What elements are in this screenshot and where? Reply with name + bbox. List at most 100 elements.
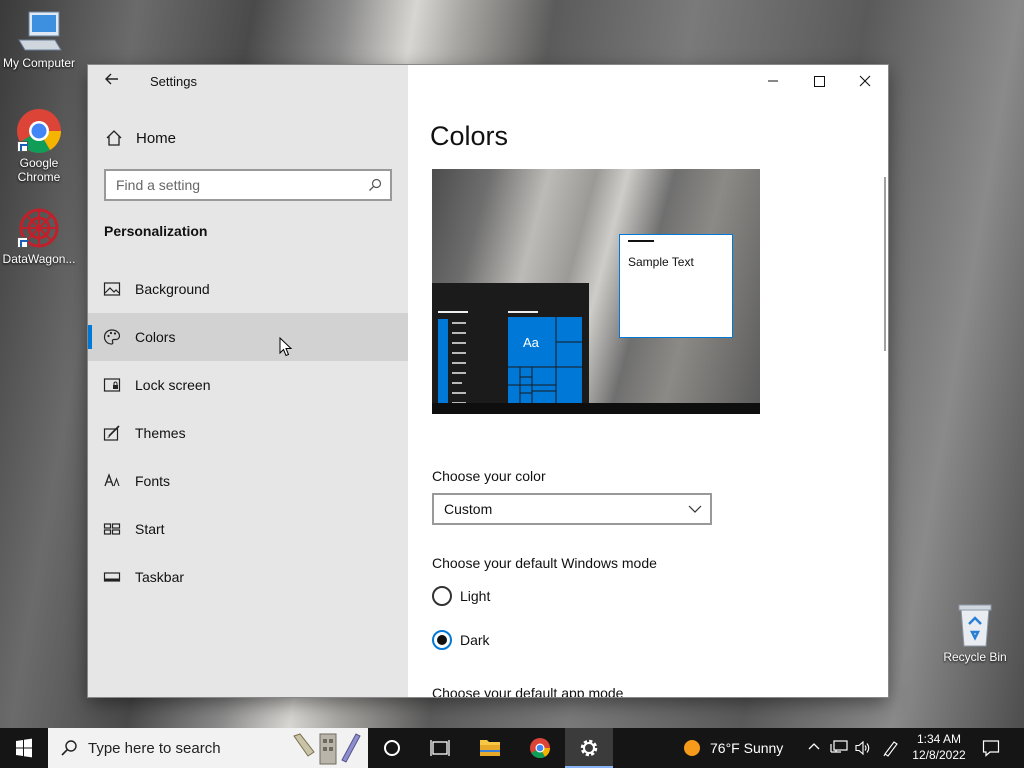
selection-indicator <box>88 325 92 349</box>
window-title: Settings <box>150 74 197 89</box>
sidebar-item-colors[interactable]: Colors <box>88 313 408 361</box>
content-pane: Colors Aa Sample Text Choose your color … <box>408 65 888 697</box>
chrome-icon <box>530 738 551 759</box>
start-button[interactable] <box>0 728 48 768</box>
settings-taskbar-button[interactable] <box>565 728 613 768</box>
taskbar-search-placeholder: Type here to search <box>88 740 221 757</box>
shortcut-arrow-icon <box>17 141 28 152</box>
minimize-button[interactable] <box>750 65 796 97</box>
shortcut-arrow-icon <box>17 237 28 248</box>
sidebar-item-background[interactable]: Background <box>88 265 408 313</box>
sidebar-item-themes[interactable]: Themes <box>88 409 408 457</box>
preview-window: Sample Text <box>619 234 733 338</box>
sidebar-item-lock-screen[interactable]: Lock screen <box>88 361 408 409</box>
sidebar-item-label: Start <box>135 521 165 537</box>
back-arrow-icon[interactable] <box>102 71 122 91</box>
desktop-icon-my-computer[interactable]: My Computer <box>0 10 78 70</box>
desktop-icon-label: My Computer <box>2 56 76 70</box>
preview-taskbar <box>432 403 760 414</box>
find-setting-input[interactable]: Find a setting <box>104 169 392 201</box>
weather-text: 76°F Sunny <box>710 740 784 756</box>
preview-start-menu: Aa <box>432 283 589 404</box>
maximize-button[interactable] <box>796 65 842 97</box>
section-title: Personalization <box>104 223 208 239</box>
dark-mode-label: Dark <box>460 632 490 648</box>
pen-icon[interactable] <box>882 739 900 757</box>
task-view-button[interactable] <box>416 728 464 768</box>
desktop-icon-label: Recycle Bin <box>943 650 1007 664</box>
windows-mode-label: Choose your default Windows mode <box>432 555 657 571</box>
network-icon[interactable] <box>830 740 848 756</box>
brush-icon <box>103 425 120 441</box>
volume-icon[interactable] <box>854 740 872 756</box>
sidebar-item-fonts[interactable]: Fonts <box>88 457 408 505</box>
sidebar-item-label: Colors <box>135 329 176 345</box>
taskbar-icon <box>103 572 121 582</box>
picture-icon <box>103 282 121 296</box>
clock-date: 12/8/2022 <box>912 748 966 762</box>
app-mode-label: Choose your default app mode <box>432 685 624 697</box>
scrollbar[interactable] <box>884 177 886 351</box>
settings-window: Settings Home Find a setting Personaliza… <box>88 65 888 697</box>
file-explorer-button[interactable] <box>466 728 514 768</box>
sun-icon <box>684 740 700 756</box>
task-view-icon <box>430 740 450 756</box>
page-title: Colors <box>430 121 509 151</box>
sidebar: Settings Home Find a setting Personaliza… <box>88 65 408 697</box>
clock[interactable]: 1:34 AM 12/8/2022 <box>906 731 972 763</box>
weather-widget[interactable]: 76°F Sunny <box>676 728 794 768</box>
home-icon <box>106 130 122 146</box>
sidebar-item-label: Fonts <box>135 473 171 489</box>
desktop-icon-label: DataWagon... <box>2 252 76 266</box>
sidebar-item-label: Taskbar <box>135 569 185 585</box>
color-preview: Aa Sample Text <box>432 169 760 414</box>
preview-sample-text: Sample Text <box>628 255 694 269</box>
preview-tiles: Aa <box>508 317 582 403</box>
preview-menu-lines <box>452 322 466 404</box>
desktop-icon-recycle-bin[interactable]: Recycle Bin <box>936 602 1014 664</box>
lock-screen-icon <box>103 378 121 392</box>
cortana-button[interactable] <box>368 728 416 768</box>
minimize-icon <box>768 80 778 82</box>
preview-tile-label: Aa <box>523 335 539 350</box>
light-mode-label: Light <box>460 588 491 604</box>
sidebar-item-label: Themes <box>135 425 186 441</box>
mouse-cursor-icon <box>279 337 293 357</box>
sidebar-item-home[interactable]: Home <box>88 121 408 155</box>
search-icon <box>61 740 77 756</box>
font-icon <box>104 473 120 487</box>
search-icon <box>369 178 382 191</box>
taskbar-search-box[interactable]: Type here to search <box>48 728 368 768</box>
desktop-icon-google-chrome[interactable]: Google Chrome <box>0 108 78 184</box>
light-mode-radio[interactable] <box>432 586 452 606</box>
search-highlight-icon <box>293 733 361 765</box>
start-tiles-icon <box>103 523 121 535</box>
cortana-icon <box>384 740 400 756</box>
sidebar-item-label: Lock screen <box>135 377 211 393</box>
notification-icon[interactable] <box>982 739 1000 757</box>
palette-icon <box>103 329 121 345</box>
search-placeholder: Find a setting <box>116 177 201 193</box>
computer-icon <box>18 11 62 51</box>
gear-icon <box>580 739 598 757</box>
dark-mode-radio[interactable] <box>432 630 452 650</box>
choose-color-label: Choose your color <box>432 468 546 484</box>
chevron-up-icon[interactable] <box>807 740 821 754</box>
sidebar-item-start[interactable]: Start <box>88 505 408 553</box>
desktop-icon-datawagon[interactable]: DataWagon... <box>0 206 78 266</box>
sidebar-item-taskbar[interactable]: Taskbar <box>88 553 408 601</box>
sidebar-item-label: Background <box>135 281 210 297</box>
windows-logo-icon <box>16 738 32 758</box>
taskbar: Type here to search 76°F Sunny 1:34 AM 1… <box>0 728 1024 768</box>
choose-color-dropdown[interactable]: Custom <box>432 493 712 525</box>
close-icon <box>859 75 871 87</box>
home-label: Home <box>136 130 177 147</box>
chrome-taskbar-button[interactable] <box>516 728 564 768</box>
dropdown-value: Custom <box>444 501 493 517</box>
chevron-down-icon <box>688 505 702 513</box>
maximize-icon <box>814 76 825 87</box>
close-button[interactable] <box>842 65 888 97</box>
recycle-bin-icon <box>958 604 992 647</box>
desktop-icon-label: Google Chrome <box>17 156 61 184</box>
clock-time: 1:34 AM <box>916 732 962 746</box>
